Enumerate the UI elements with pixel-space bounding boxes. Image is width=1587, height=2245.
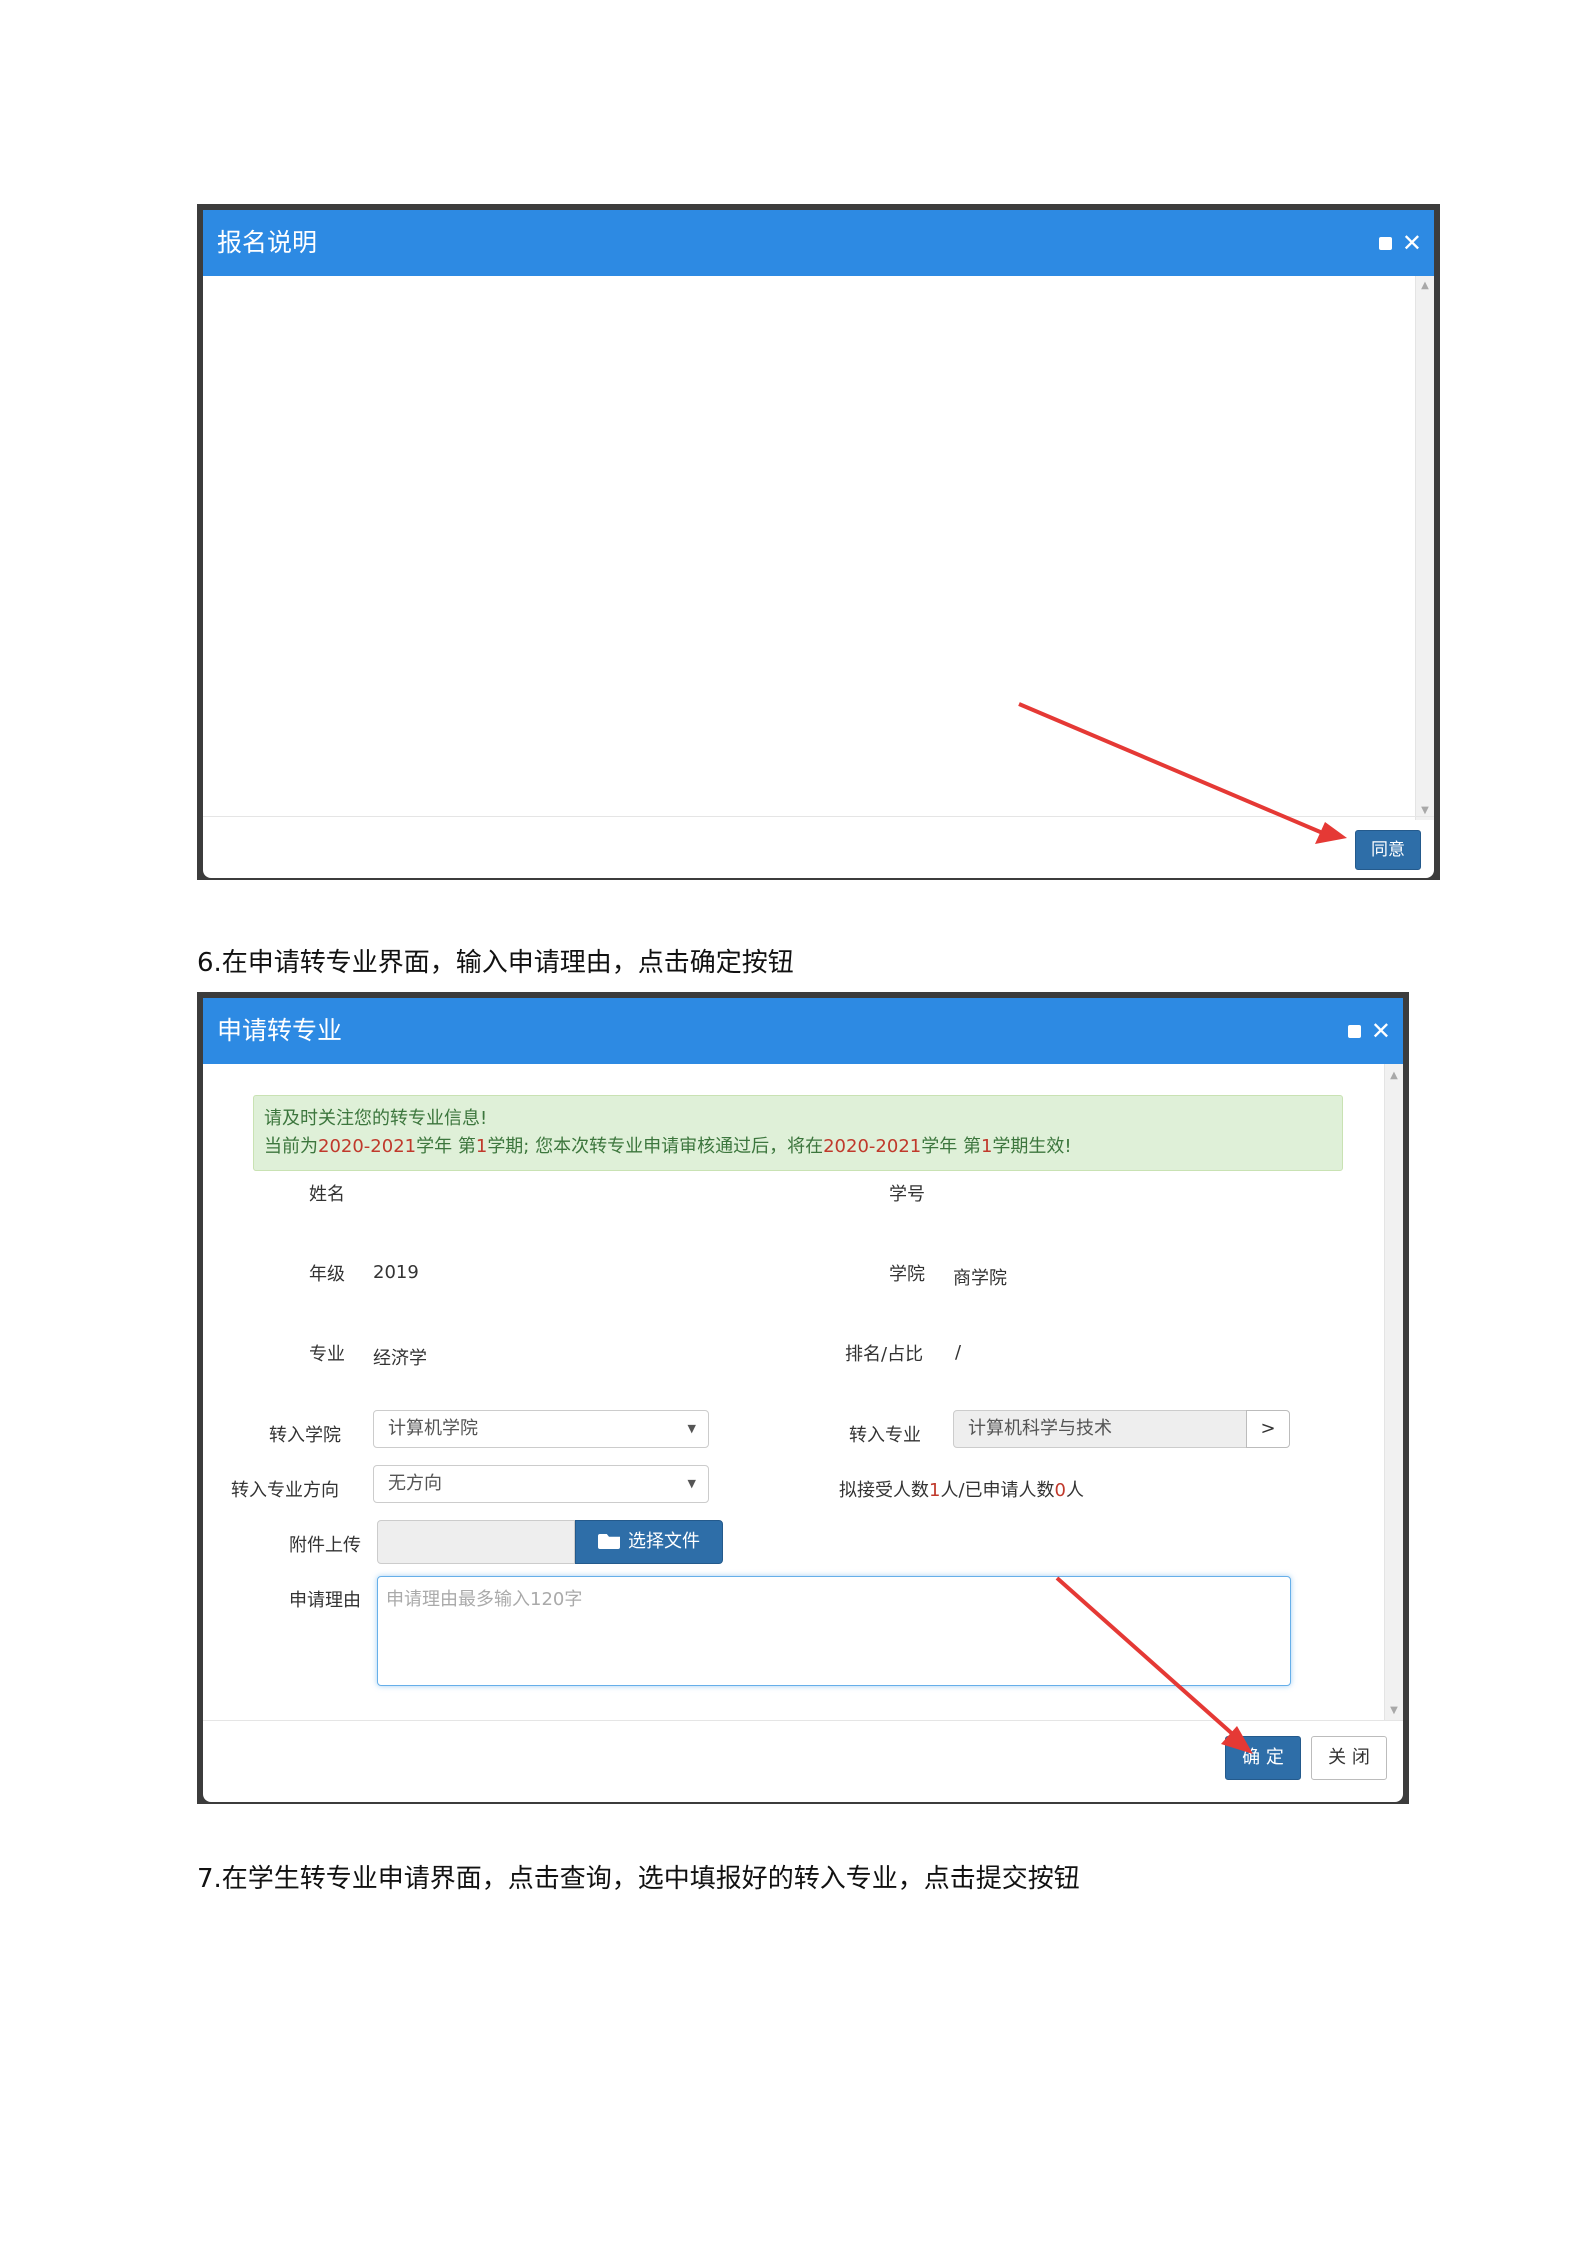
red-arrow-to-agree (1018, 702, 1347, 844)
screenshot-registration-notice: 报名说明 ✕ ▲ ▼ 同意 (197, 204, 1440, 880)
step6-caption: 6.在申请转专业界面，输入申请理由，点击确定按钮 (197, 948, 794, 978)
step7-caption: 7.在学生转专业申请界面，点击查询，选中填报好的转入专业，点击提交按钮 (197, 1864, 1080, 1894)
screenshot-apply-transfer: 申请转专业 ✕ ▲ ▼ 请及时关注您的转专业信息! 当前为2020-2021学年… (197, 992, 1409, 1804)
red-arrow-to-confirm (1055, 1576, 1253, 1754)
